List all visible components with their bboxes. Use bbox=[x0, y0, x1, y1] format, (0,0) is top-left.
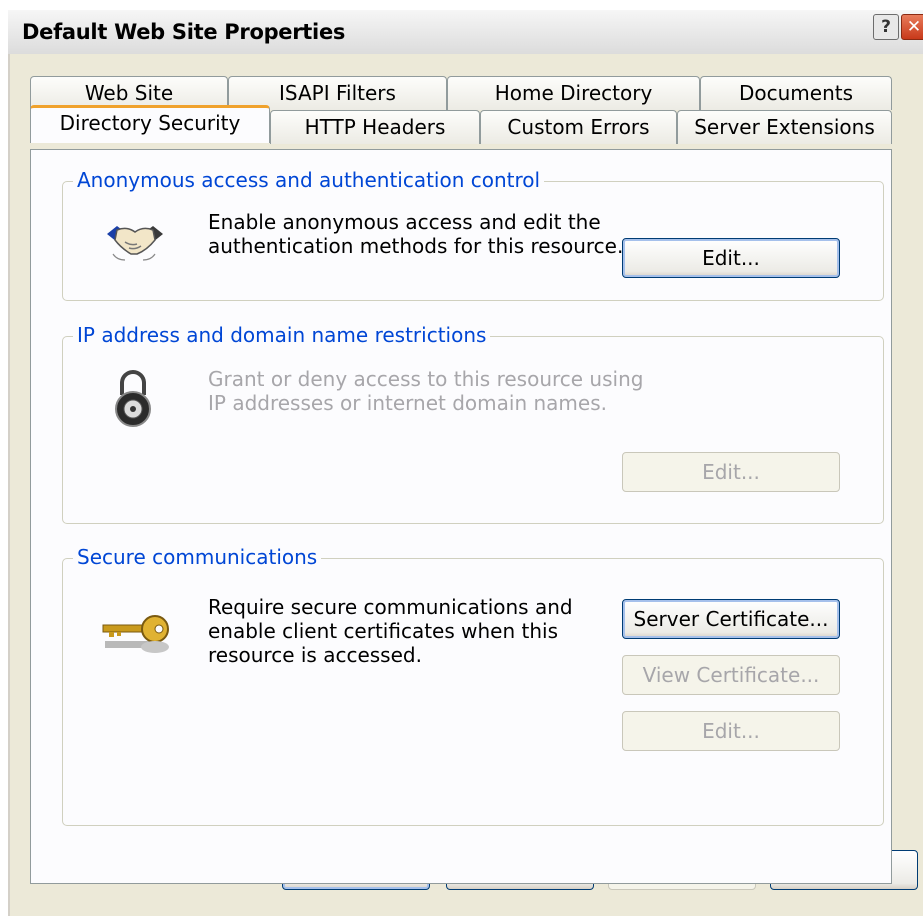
secure-communications-title: Secure communications bbox=[73, 545, 322, 569]
anonymous-access-description: Enable anonymous access and edit the aut… bbox=[208, 210, 623, 258]
window-title: Default Web Site Properties bbox=[22, 20, 346, 44]
key-icon bbox=[102, 615, 169, 653]
tab-http-headers[interactable]: HTTP Headers bbox=[270, 110, 480, 144]
ip-restrictions-description: Grant or deny access to this resource us… bbox=[208, 367, 643, 415]
secure-desc-line2: enable client certificates when this bbox=[208, 619, 558, 643]
tab-custom-errors[interactable]: Custom Errors bbox=[480, 110, 677, 144]
secure-desc-line1: Require secure communications and bbox=[208, 595, 573, 619]
title-bar: Default Web Site Properties ? ✕ bbox=[8, 10, 923, 55]
handshake-icon bbox=[107, 226, 163, 261]
tab-server-extensions[interactable]: Server Extensions bbox=[677, 110, 892, 144]
help-icon[interactable]: ? bbox=[873, 14, 899, 40]
server-certificate-button[interactable]: Server Certificate... bbox=[622, 599, 840, 639]
padlock-icon bbox=[115, 370, 151, 427]
tab-home-directory[interactable]: Home Directory bbox=[447, 76, 700, 110]
ip-edit-button[interactable]: Edit... bbox=[622, 452, 840, 492]
anonymous-desc-line2: authentication methods for this resource… bbox=[208, 234, 624, 258]
tab-page-directory-security: Anonymous access and authentication cont… bbox=[30, 149, 892, 884]
anonymous-desc-line1: Enable anonymous access and edit the bbox=[208, 210, 601, 234]
ip-restrictions-group: IP address and domain name restrictions … bbox=[62, 323, 884, 524]
close-icon[interactable]: ✕ bbox=[901, 14, 923, 40]
anonymous-access-group: Anonymous access and authentication cont… bbox=[62, 168, 884, 301]
tab-documents[interactable]: Documents bbox=[700, 76, 892, 110]
secure-communications-description: Require secure communications and enable… bbox=[208, 595, 573, 667]
anonymous-access-title: Anonymous access and authentication cont… bbox=[73, 168, 545, 192]
tab-directory-security[interactable]: Directory Security bbox=[30, 105, 270, 143]
dialog-body: Web Site ISAPI Filters Home Directory Do… bbox=[8, 54, 923, 916]
ip-desc-line1: Grant or deny access to this resource us… bbox=[208, 367, 644, 391]
secure-communications-group: Secure communications Require secure com… bbox=[62, 545, 884, 826]
secure-edit-button[interactable]: Edit... bbox=[622, 711, 840, 751]
ip-restrictions-title: IP address and domain name restrictions bbox=[73, 323, 491, 347]
anonymous-edit-button[interactable]: Edit... bbox=[622, 238, 840, 278]
view-certificate-button[interactable]: View Certificate... bbox=[622, 655, 840, 695]
secure-desc-line3: resource is accessed. bbox=[208, 643, 422, 667]
ip-desc-line2: IP addresses or internet domain names. bbox=[208, 391, 607, 415]
